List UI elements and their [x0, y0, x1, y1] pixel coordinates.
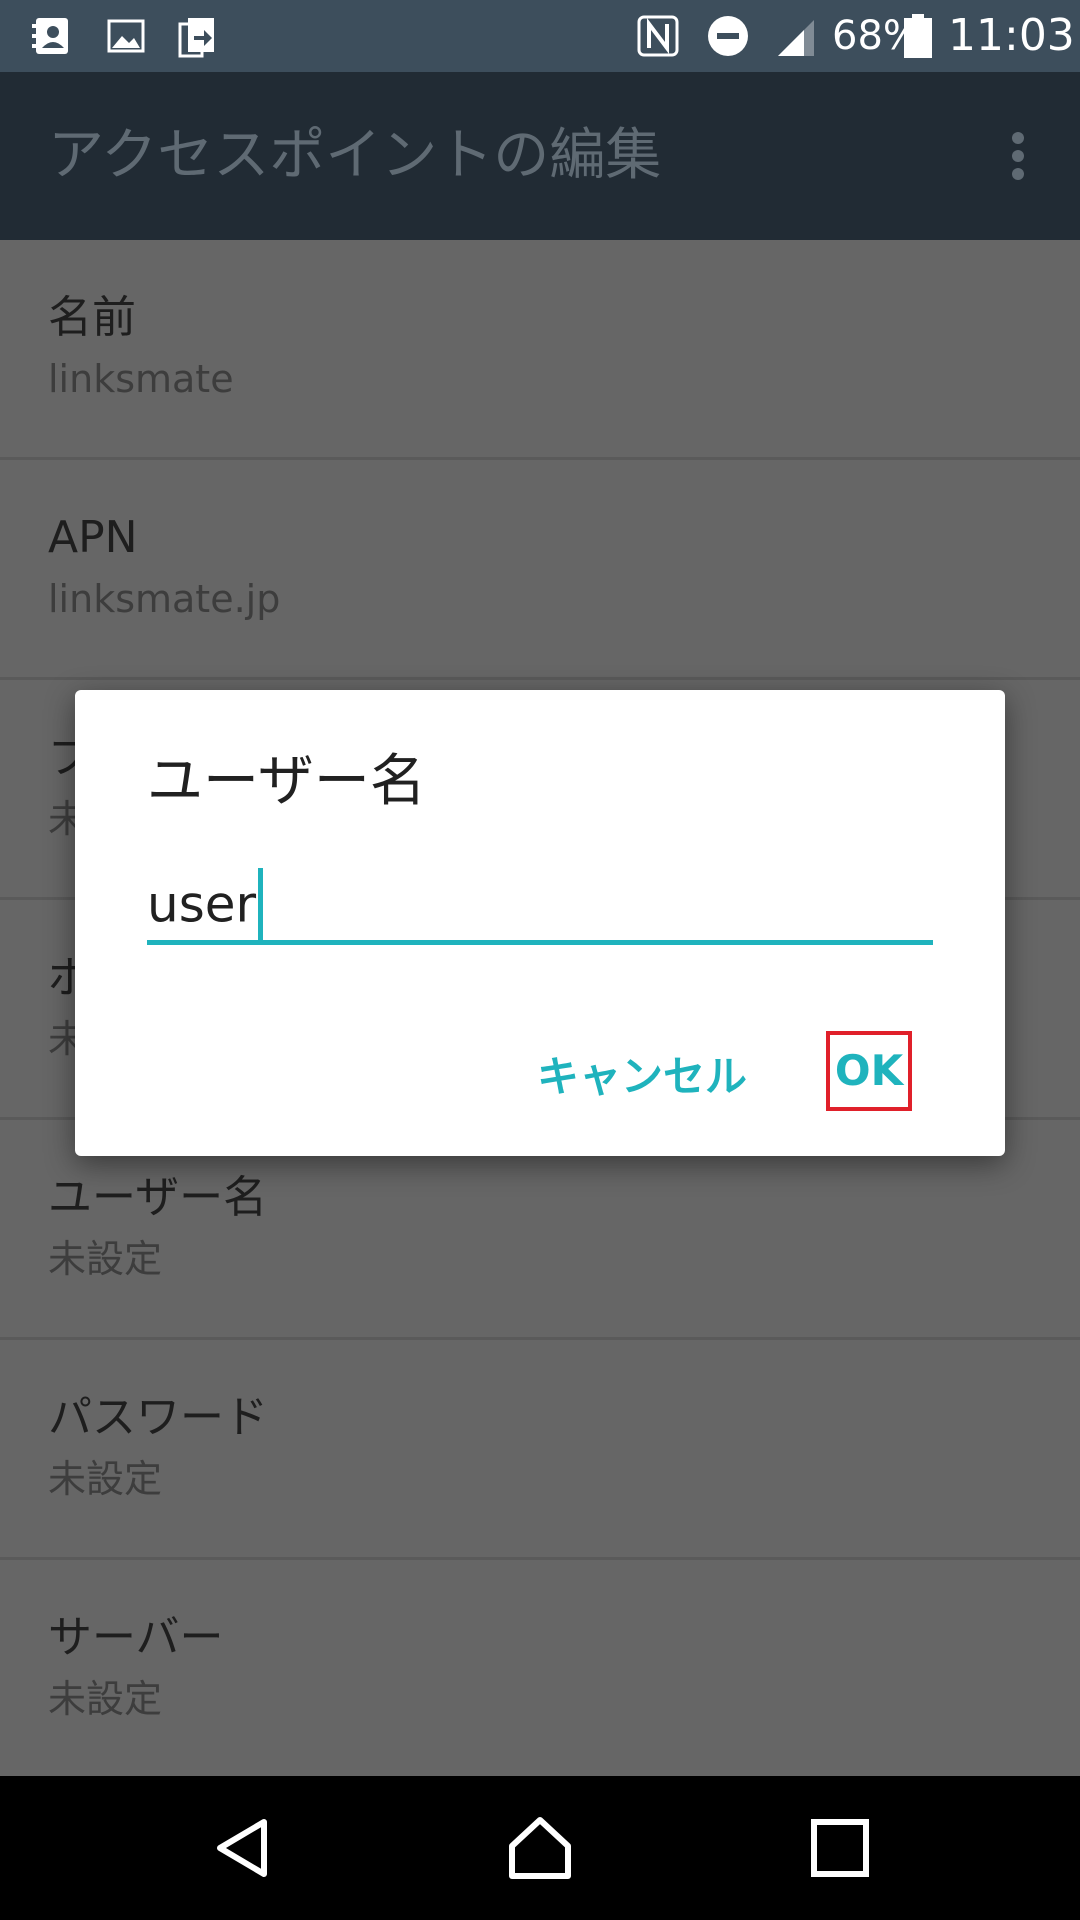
sync-transfer-icon — [178, 18, 214, 58]
list-item-value: linksmate — [48, 357, 234, 401]
list-item-title: 名前 — [48, 292, 136, 343]
list-item-title: ユーザー名 — [48, 1172, 268, 1223]
list-item-name[interactable]: 名前 linksmate — [0, 240, 1080, 460]
image-icon — [107, 19, 145, 53]
home-icon[interactable] — [504, 1812, 576, 1884]
cancel-button[interactable]: キャンセル — [523, 1042, 761, 1112]
back-icon[interactable] — [206, 1812, 278, 1884]
username-dialog: ユーザー名 user キャンセル OK — [75, 690, 1005, 1156]
list-item-title: パスワード — [48, 1392, 268, 1443]
list-item-value: 未設定 — [48, 1677, 163, 1721]
app-bar: アクセスポイントの編集 — [0, 72, 1080, 240]
page-title: アクセスポイントの編集 — [48, 123, 662, 188]
list-item-server[interactable]: サーバー 未設定 — [0, 1560, 1080, 1776]
dialog-title: ユーザー名 — [147, 749, 426, 814]
list-item-title: サーバー — [48, 1612, 224, 1663]
signal-icon — [778, 20, 814, 56]
more-vert-icon[interactable] — [986, 124, 1050, 188]
status-time: 11:03 — [948, 10, 1075, 61]
recents-icon[interactable] — [804, 1812, 876, 1884]
contacts-icon — [32, 18, 68, 54]
battery-icon — [904, 14, 932, 58]
do-not-disturb-icon — [708, 16, 748, 56]
list-item-value: linksmate.jp — [48, 577, 281, 621]
nfc-icon — [637, 15, 679, 57]
status-bar: 68% 11:03 — [0, 0, 1080, 72]
text-cursor — [258, 868, 264, 940]
navigation-bar — [0, 1776, 1080, 1920]
list-item-apn[interactable]: APN linksmate.jp — [0, 460, 1080, 680]
list-item-value: 未設定 — [48, 1457, 163, 1501]
ok-button[interactable]: OK — [826, 1031, 912, 1111]
list-item-value: 未設定 — [48, 1237, 163, 1281]
username-input-value: user — [147, 875, 257, 934]
username-input[interactable]: user — [147, 866, 933, 945]
list-item-title: APN — [48, 512, 138, 563]
list-item-password[interactable]: パスワード 未設定 — [0, 1340, 1080, 1560]
